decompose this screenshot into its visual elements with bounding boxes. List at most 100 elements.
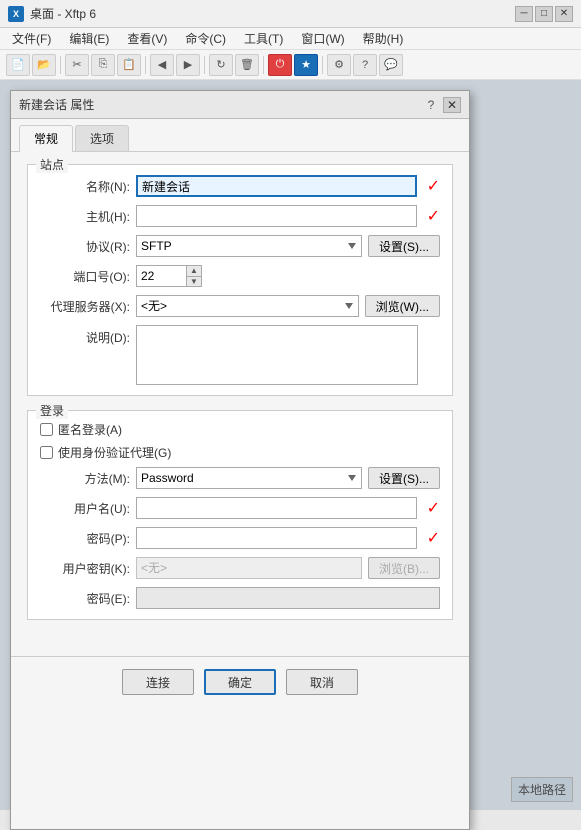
- proxy-select[interactable]: <无>: [136, 295, 359, 317]
- toolbar-connect-btn[interactable]: ⏻: [268, 54, 292, 76]
- title-bar: X 桌面 - Xftp 6 ─ □ ✕: [0, 0, 581, 28]
- toolbar-btn4[interactable]: ▶: [176, 54, 200, 76]
- menu-edit[interactable]: 编辑(E): [61, 28, 117, 49]
- use-agent-checkbox[interactable]: [40, 446, 53, 459]
- connect-button[interactable]: 连接: [122, 669, 194, 695]
- toolbar-delete-btn[interactable]: 🗑: [235, 54, 259, 76]
- host-input[interactable]: [136, 205, 417, 227]
- dialog-title: 新建会话 属性: [19, 96, 94, 113]
- menu-tools[interactable]: 工具(T): [236, 28, 291, 49]
- method-row: 方法(M): Password PublicKey Keyboard Inter…: [40, 467, 440, 489]
- toolbar-open-btn[interactable]: 📂: [32, 54, 56, 76]
- password-check-annotation: ✓: [427, 528, 440, 548]
- dialog-tabs: 常规 选项: [11, 119, 469, 152]
- login-section-label: 登录: [36, 402, 68, 419]
- port-spin-buttons: ▲ ▼: [186, 265, 202, 287]
- name-label: 名称(N):: [40, 178, 130, 195]
- dialog-body: 站点 名称(N): ✓ 主机(H): ✓ 协议: [11, 152, 469, 646]
- name-check-annotation: ✓: [427, 176, 440, 196]
- toolbar-btn3[interactable]: ◀: [150, 54, 174, 76]
- minimize-button[interactable]: ─: [515, 6, 533, 22]
- menu-window[interactable]: 窗口(W): [293, 28, 352, 49]
- toolbar-new-btn[interactable]: 📄: [6, 54, 30, 76]
- description-textarea[interactable]: [136, 325, 418, 385]
- main-area: 新建会话 属性 ? ✕ 常规 选项 站点 名称(N):: [0, 80, 581, 810]
- menu-help[interactable]: 帮助(H): [355, 28, 412, 49]
- maximize-button[interactable]: □: [535, 6, 553, 22]
- name-row: 名称(N): ✓: [40, 175, 440, 197]
- method-label: 方法(M):: [40, 470, 130, 487]
- host-label: 主机(H):: [40, 208, 130, 225]
- toolbar-help-btn[interactable]: ?: [353, 54, 377, 76]
- password-input[interactable]: [136, 527, 417, 549]
- method-settings-button[interactable]: 设置(S)...: [368, 467, 440, 489]
- toolbar-chat-btn[interactable]: 💬: [379, 54, 403, 76]
- dialog-close-button[interactable]: ✕: [443, 97, 461, 113]
- passphrase-label: 密码(E):: [40, 590, 130, 607]
- description-row: 说明(D):: [40, 325, 440, 385]
- passphrase-input[interactable]: [136, 587, 440, 609]
- tab-general[interactable]: 常规: [19, 125, 73, 152]
- toolbar: 📄 📂 ✂ ⎘ 📋 ◀ ▶ ↻ 🗑 ⏻ ★ ⚙ ? 💬: [0, 50, 581, 80]
- proxy-browse-button[interactable]: 浏览(W)...: [365, 295, 440, 317]
- window-title: 桌面 - Xftp 6: [30, 5, 96, 22]
- dialog-help-btn[interactable]: ?: [423, 97, 439, 113]
- port-spinbox: ▲ ▼: [136, 265, 206, 287]
- username-row: 用户名(U): ✓: [40, 497, 440, 519]
- anonymous-label[interactable]: 匿名登录(A): [58, 421, 122, 438]
- username-label: 用户名(U):: [40, 500, 130, 517]
- toolbar-sep1: [60, 56, 61, 74]
- port-label: 端口号(O):: [40, 268, 130, 285]
- port-spin-down[interactable]: ▼: [187, 277, 201, 287]
- tab-options[interactable]: 选项: [75, 125, 129, 151]
- toolbar-paste-btn[interactable]: 📋: [117, 54, 141, 76]
- cancel-button[interactable]: 取消: [286, 669, 358, 695]
- username-check-annotation: ✓: [427, 498, 440, 518]
- toolbar-sep2: [145, 56, 146, 74]
- toolbar-session-btn[interactable]: ★: [294, 54, 318, 76]
- toolbar-settings-btn[interactable]: ⚙: [327, 54, 351, 76]
- dialog-backdrop: 新建会话 属性 ? ✕ 常规 选项 站点 名称(N):: [0, 80, 581, 810]
- toolbar-copy-btn[interactable]: ⎘: [91, 54, 115, 76]
- proxy-row: 代理服务器(X): <无> 浏览(W)...: [40, 295, 440, 317]
- host-row: 主机(H): ✓: [40, 205, 440, 227]
- toolbar-sep5: [322, 56, 323, 74]
- toolbar-refresh-btn[interactable]: ↻: [209, 54, 233, 76]
- method-select[interactable]: Password PublicKey Keyboard Interactive: [136, 467, 362, 489]
- menu-command[interactable]: 命令(C): [177, 28, 234, 49]
- user-key-browse-button[interactable]: 浏览(B)...: [368, 557, 440, 579]
- protocol-label: 协议(R):: [40, 238, 130, 255]
- name-input[interactable]: [136, 175, 417, 197]
- session-properties-dialog: 新建会话 属性 ? ✕ 常规 选项 站点 名称(N):: [10, 90, 470, 830]
- port-spin-up[interactable]: ▲: [187, 266, 201, 277]
- close-window-button[interactable]: ✕: [555, 6, 573, 22]
- dialog-title-bar: 新建会话 属性 ? ✕: [11, 91, 469, 119]
- app-icon: X: [8, 6, 24, 22]
- login-section: 登录 匿名登录(A) 使用身份验证代理(G) 方法(M):: [27, 410, 453, 620]
- protocol-select[interactable]: SFTP FTP FTPS: [136, 235, 362, 257]
- menu-file[interactable]: 文件(F): [4, 28, 59, 49]
- menu-bar: 文件(F) 编辑(E) 查看(V) 命令(C) 工具(T) 窗口(W) 帮助(H…: [0, 28, 581, 50]
- toolbar-sep3: [204, 56, 205, 74]
- user-key-row: 用户密钥(K): <无> 浏览(B)...: [40, 557, 440, 579]
- password-row: 密码(P): ✓: [40, 527, 440, 549]
- toolbar-cut-btn[interactable]: ✂: [65, 54, 89, 76]
- menu-view[interactable]: 查看(V): [119, 28, 175, 49]
- password-label: 密码(P):: [40, 530, 130, 547]
- site-section: 站点 名称(N): ✓ 主机(H): ✓ 协议: [27, 164, 453, 396]
- title-bar-left: X 桌面 - Xftp 6: [8, 5, 96, 22]
- use-agent-label[interactable]: 使用身份验证代理(G): [58, 444, 171, 461]
- protocol-settings-button[interactable]: 设置(S)...: [368, 235, 440, 257]
- host-check-annotation: ✓: [427, 206, 440, 226]
- anonymous-checkbox[interactable]: [40, 423, 53, 436]
- ok-button[interactable]: 确定: [204, 669, 276, 695]
- site-section-label: 站点: [36, 156, 68, 173]
- protocol-row: 协议(R): SFTP FTP FTPS 设置(S)...: [40, 235, 440, 257]
- use-agent-row: 使用身份验证代理(G): [40, 444, 440, 461]
- anonymous-row: 匿名登录(A): [40, 421, 440, 438]
- user-key-label: 用户密钥(K):: [40, 560, 130, 577]
- username-input[interactable]: [136, 497, 417, 519]
- toolbar-sep4: [263, 56, 264, 74]
- user-key-select[interactable]: <无>: [136, 557, 362, 579]
- port-input[interactable]: [136, 265, 186, 287]
